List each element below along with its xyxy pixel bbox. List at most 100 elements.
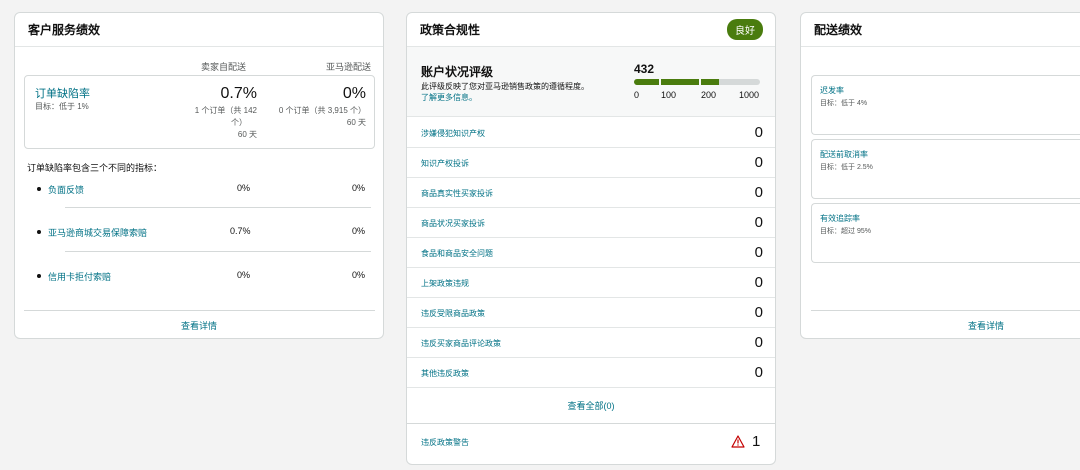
policy-row: 知识产权投诉 0 xyxy=(407,148,775,178)
footer-divider xyxy=(811,310,1080,311)
policy-count: 0 xyxy=(754,184,763,201)
metric-amazon-value: 0% xyxy=(352,183,366,193)
rating-scale-bar xyxy=(634,79,760,85)
policy-count: 0 xyxy=(754,244,763,261)
policy-warnings-row: 违反政策警告 1 xyxy=(407,423,775,464)
odr-seller-orders: 1 个订单（共 142 xyxy=(194,106,257,115)
odr-amazon-detail: 0 个订单（共 3,915 个） 60 天 xyxy=(279,105,366,129)
shipping-title: 配送绩效 xyxy=(814,23,863,37)
policy-count: 0 xyxy=(754,364,763,381)
column-headers: 卖家自配送 亚马逊配送 xyxy=(15,60,383,72)
policy-reviews-link[interactable]: 违反买家商品评论政策 xyxy=(421,338,501,349)
customer-service-title: 客户服务绩效 xyxy=(28,23,101,37)
odr-seller-period: 60 天 xyxy=(237,130,257,139)
metric-seller-value: 0% xyxy=(237,183,251,193)
metric-chargeback-link[interactable]: 信用卡拒付索赔 xyxy=(48,270,111,283)
policy-count: 0 xyxy=(754,304,763,321)
warning-icon xyxy=(731,435,745,448)
rating-score: 432 xyxy=(634,62,655,76)
policy-title: 政策合规性 xyxy=(420,23,481,37)
policy-row: 商品状况买家投诉 0 xyxy=(407,208,775,238)
metric-amazon-value: 0% xyxy=(352,270,366,280)
learn-more-link[interactable]: 了解更多信息。 xyxy=(421,92,589,103)
metric-row: 负面反馈 0% 0% xyxy=(15,183,383,197)
cancel-rate-box: 配送前取消率 目标：低于 2.5% xyxy=(811,139,1080,199)
odr-note: 订单缺陷率包含三个不同的指标： xyxy=(27,163,163,173)
view-details-link[interactable]: 查看详情 xyxy=(15,319,383,332)
rating-scale-labels: 0 100 200 1000 xyxy=(634,90,764,102)
cancel-rate-link[interactable]: 配送前取消率 xyxy=(820,149,868,160)
policy-restricted-link[interactable]: 违反受限商品政策 xyxy=(421,308,485,319)
valid-tracking-box: 有效追踪率 目标：超过 95% 7 xyxy=(811,203,1080,263)
metric-amazon-value: 0% xyxy=(352,226,366,236)
scale-segment-mid xyxy=(661,79,699,85)
order-defect-rate-box: 订单缺陷率 目标：低于 1% 0.7% 1 个订单（共 142 个） 60 天 … xyxy=(24,75,375,149)
scale-label: 0 xyxy=(634,90,640,100)
policy-count: 0 xyxy=(754,274,763,291)
policy-row: 违反受限商品政策 0 xyxy=(407,298,775,328)
policy-count: 0 xyxy=(754,154,763,171)
policy-warnings-count: 1 xyxy=(752,433,761,450)
bullet xyxy=(37,274,41,278)
customer-service-panel: 客户服务绩效 卖家自配送 亚马逊配送 订单缺陷率 目标：低于 1% 0.7% 1… xyxy=(14,12,384,339)
policy-row: 违反买家商品评论政策 0 xyxy=(407,328,775,358)
bullet xyxy=(37,230,41,234)
metric-negative-feedback-link[interactable]: 负面反馈 xyxy=(48,183,84,196)
policy-ip-suspected-link[interactable]: 涉嫌侵犯知识产权 xyxy=(421,128,485,139)
policy-count: 0 xyxy=(754,334,763,351)
metric-seller-value: 0% xyxy=(237,270,251,280)
policy-row: 食品和商品安全问题 0 xyxy=(407,238,775,268)
col-amazon-fulfilled: 亚马逊配送 xyxy=(326,62,372,72)
metric-seller-value: 0.7% xyxy=(230,226,251,236)
shipping-performance-panel: 配送绩效 迟发率 目标：低于 4% 0 配送前取消率 目标：低于 2.5% 有效… xyxy=(800,12,1080,339)
policy-warnings-link[interactable]: 违反政策警告 xyxy=(421,437,469,448)
account-health-rating: 账户状况评级 此评级反映了您对亚马逊销售政策的遵循程度。 了解更多信息。 432… xyxy=(407,47,775,117)
late-shipment-target: 目标：低于 4% xyxy=(820,100,868,107)
col-seller-fulfilled: 卖家自配送 xyxy=(201,62,247,72)
policy-row: 涉嫌侵犯知识产权 0 xyxy=(407,118,775,148)
scale-label: 200 xyxy=(701,90,717,100)
policy-condition-link[interactable]: 商品状况买家投诉 xyxy=(421,218,485,229)
status-badge: 良好 xyxy=(727,19,763,40)
cancel-rate-target: 目标：低于 2.5% xyxy=(820,164,873,171)
shipping-header: 配送绩效 xyxy=(801,13,1080,47)
scale-segment-low xyxy=(634,79,659,85)
odr-seller-detail: 1 个订单（共 142 个） 60 天 xyxy=(195,105,257,141)
policy-food-safety-link[interactable]: 食品和商品安全问题 xyxy=(421,248,493,259)
policy-count: 0 xyxy=(754,214,763,231)
metric-a-to-z-claims-link[interactable]: 亚马逊商城交易保障索赔 xyxy=(48,226,147,239)
late-shipment-link[interactable]: 迟发率 xyxy=(820,85,844,96)
policy-authenticity-link[interactable]: 商品真实性买家投诉 xyxy=(421,188,493,199)
footer-divider xyxy=(24,310,375,311)
metric-row: 亚马逊商城交易保障索赔 0.7% 0% xyxy=(15,226,383,240)
view-details-link[interactable]: 查看详情 xyxy=(968,319,1004,332)
policy-other-link[interactable]: 其他违反政策 xyxy=(421,368,469,379)
odr-target: 目标：低于 1% xyxy=(35,102,89,111)
policy-row: 其他违反政策 0 xyxy=(407,358,775,388)
odr-link[interactable]: 订单缺陷率 xyxy=(35,85,90,101)
customer-service-header: 客户服务绩效 xyxy=(15,13,383,47)
divider xyxy=(65,251,371,252)
policy-row: 上架政策违规 0 xyxy=(407,268,775,298)
scale-label: 100 xyxy=(661,90,677,100)
bullet xyxy=(37,187,41,191)
odr-amazon-value: 0% xyxy=(342,85,366,102)
valid-tracking-target: 目标：超过 95% xyxy=(820,228,871,235)
policy-row: 商品真实性买家投诉 0 xyxy=(407,178,775,208)
policy-count: 0 xyxy=(754,124,763,141)
rating-title: 账户状况评级 xyxy=(421,65,494,79)
odr-seller-value: 0.7% xyxy=(220,85,257,102)
odr-amazon-orders: 0 个订单（共 3,915 个） xyxy=(278,106,366,115)
view-all-link[interactable]: 查看全部(0) xyxy=(407,399,775,412)
policy-ip-complaints-link[interactable]: 知识产权投诉 xyxy=(421,158,469,169)
scale-label: 1000 xyxy=(739,90,760,100)
valid-tracking-link[interactable]: 有效追踪率 xyxy=(820,213,860,224)
scale-segment-high-filled xyxy=(701,79,719,85)
divider xyxy=(65,207,371,208)
late-shipment-box: 迟发率 目标：低于 4% 0 xyxy=(811,75,1080,135)
odr-amazon-period: 60 天 xyxy=(346,118,366,127)
policy-compliance-panel: 政策合规性 良好 账户状况评级 此评级反映了您对亚马逊销售政策的遵循程度。 了解… xyxy=(406,12,776,465)
metric-row: 信用卡拒付索赔 0% 0% xyxy=(15,270,383,284)
rating-description: 此评级反映了您对亚马逊销售政策的遵循程度。 了解更多信息。 xyxy=(421,81,589,103)
policy-listing-link[interactable]: 上架政策违规 xyxy=(421,278,469,289)
